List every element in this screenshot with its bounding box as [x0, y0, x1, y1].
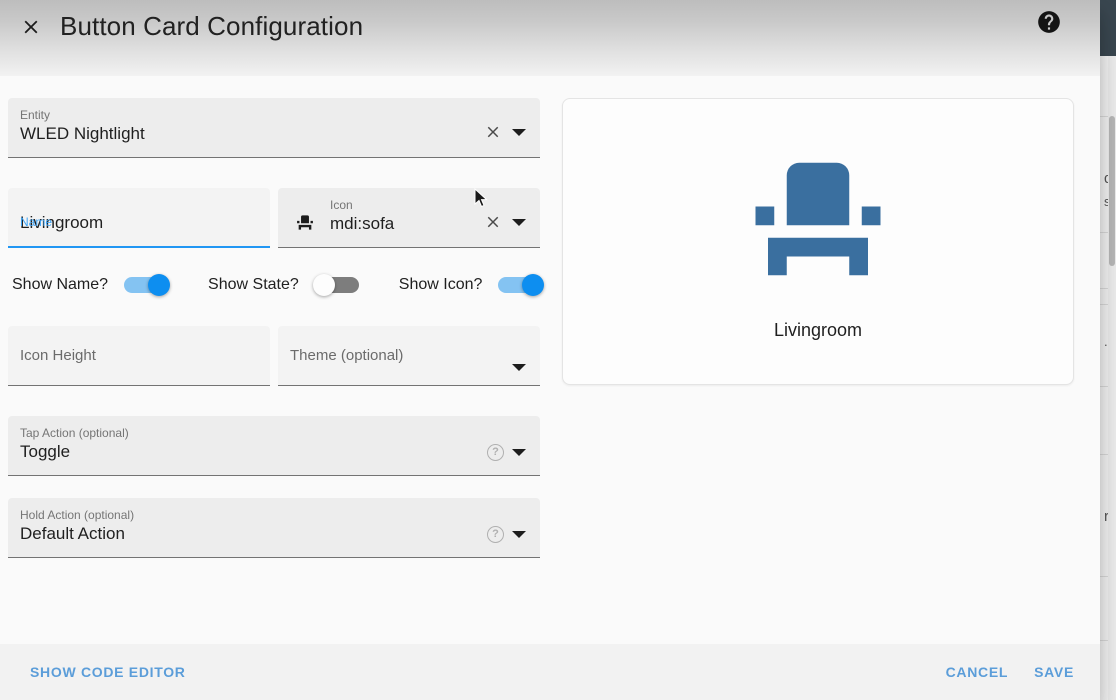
hold-action-value: Default Action [20, 524, 125, 543]
background-divider [1100, 454, 1108, 455]
entity-field-value: WLED Nightlight [20, 124, 145, 143]
help-circle-icon [1038, 11, 1060, 33]
icon-field-trailing [482, 211, 532, 247]
preview-card-name: Livingroom [773, 319, 863, 340]
sofa-icon [290, 211, 320, 233]
card-preview[interactable]: Livingroom [562, 98, 1074, 385]
name-field-value: Livingroom [20, 213, 104, 232]
button-card-configuration-dialog: Button Card Configuration Entity WLED Ni… [0, 0, 1100, 700]
show-icon-label: Show Icon? [398, 276, 483, 293]
name-field[interactable]: Name Livingroom [8, 188, 270, 248]
dialog-title: Button Card Configuration [60, 11, 364, 41]
close-icon [487, 216, 499, 228]
show-state-toggle[interactable] [312, 274, 367, 296]
show-state-label: Show State? [208, 276, 299, 293]
hold-action-help-icon[interactable]: ? [487, 526, 504, 543]
icon-field-value: mdi:sofa [330, 214, 395, 233]
background-scrollbar-thumb[interactable] [1109, 116, 1115, 266]
save-button[interactable]: SAVE [1026, 658, 1082, 686]
show-name-toggle[interactable] [122, 274, 176, 296]
icon-field-label: Icon [330, 198, 353, 212]
hold-action-field[interactable]: Hold Action (optional) Default Action ? [8, 498, 540, 558]
theme-dropdown-icon[interactable] [512, 364, 526, 371]
tap-action-trailing: ? [487, 444, 532, 475]
close-dialog-button[interactable] [14, 10, 48, 44]
hold-action-trailing: ? [487, 526, 532, 557]
dialog-header: Button Card Configuration [0, 0, 1100, 76]
tap-action-field[interactable]: Tap Action (optional) Toggle ? [8, 416, 540, 476]
background-divider [1100, 386, 1108, 387]
entity-field-label: Entity [20, 108, 51, 122]
entity-clear-button[interactable] [482, 121, 504, 143]
background-divider [1100, 116, 1108, 117]
cancel-button[interactable]: CANCEL [938, 658, 1017, 686]
toggle-thumb [522, 274, 545, 296]
preview-sofa-icon [724, 144, 912, 294]
icon-field[interactable]: Icon mdi:sofa [278, 188, 540, 248]
theme-field[interactable]: Theme (optional) [278, 326, 540, 386]
background-divider [1100, 288, 1108, 289]
close-icon [487, 126, 499, 138]
sofa-icon [755, 162, 881, 275]
height-theme-row: Icon Height Theme (optional) [8, 326, 540, 386]
background-divider [1100, 640, 1108, 641]
entity-field[interactable]: Entity WLED Nightlight [8, 98, 540, 158]
entity-field-trailing [482, 121, 532, 157]
dialog-footer: SHOW CODE EDITOR CANCEL SAVE [0, 644, 1100, 700]
background-divider [1100, 576, 1108, 577]
card-preview-column: Livingroom [556, 76, 1100, 644]
dialog-help-button[interactable] [1034, 7, 1064, 37]
tap-action-dropdown-icon[interactable] [512, 449, 526, 456]
hold-action-label: Hold Action (optional) [20, 508, 135, 522]
sofa-icon [297, 214, 313, 230]
icon-clear-button[interactable] [482, 211, 504, 233]
close-icon [24, 20, 38, 34]
tap-action-value: Toggle [20, 442, 71, 461]
background-divider [1100, 304, 1108, 305]
configuration-form: Entity WLED Nightlight Name Livingroom I… [0, 76, 556, 644]
visibility-toggles-row: Show Name? Show State? Show Icon? [8, 274, 545, 296]
show-icon-toggle[interactable] [496, 274, 550, 296]
hold-action-dropdown-icon[interactable] [512, 531, 526, 538]
entity-dropdown-icon[interactable] [512, 128, 526, 136]
theme-field-trailing [512, 364, 532, 385]
icon-height-field[interactable]: Icon Height [8, 326, 270, 386]
tap-action-label: Tap Action (optional) [20, 426, 129, 440]
background-scrollbar[interactable] [1108, 56, 1116, 700]
name-icon-row: Name Livingroom Icon mdi:sofa [8, 188, 540, 248]
show-name-label: Show Name? [12, 276, 109, 293]
icon-height-placeholder: Icon Height [20, 347, 96, 364]
toggle-thumb [312, 274, 335, 296]
background-divider [1100, 232, 1108, 233]
toggle-thumb [148, 274, 171, 296]
tap-action-help-icon[interactable]: ? [487, 444, 504, 461]
icon-dropdown-icon[interactable] [512, 218, 526, 226]
show-code-editor-button[interactable]: SHOW CODE EDITOR [22, 658, 194, 686]
theme-placeholder: Theme (optional) [290, 347, 404, 364]
dialog-body: Entity WLED Nightlight Name Livingroom I… [0, 76, 1100, 644]
